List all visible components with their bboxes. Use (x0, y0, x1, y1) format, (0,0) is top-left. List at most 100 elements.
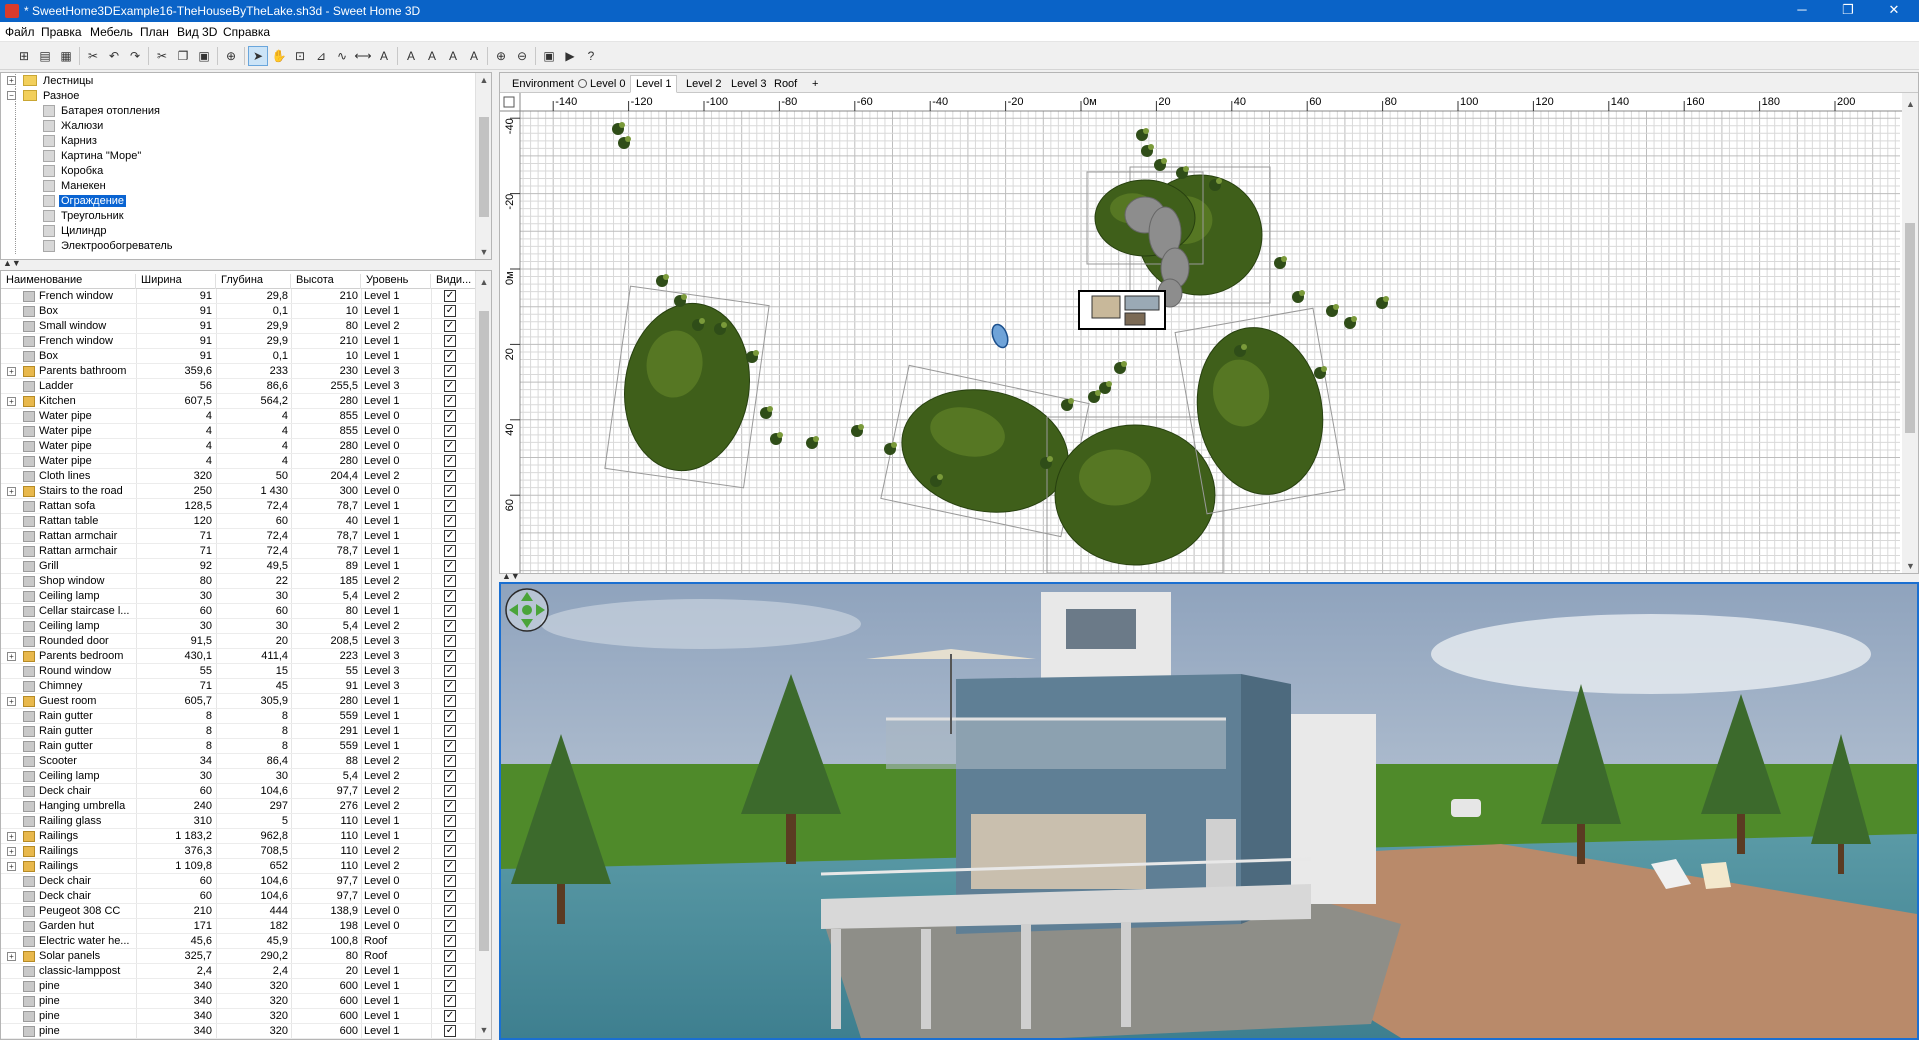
group-expander-icon[interactable]: + (7, 832, 16, 841)
visible-checkbox[interactable]: ✓ (444, 800, 456, 812)
visible-checkbox[interactable]: ✓ (444, 935, 456, 947)
visible-checkbox[interactable]: ✓ (444, 770, 456, 782)
visible-checkbox[interactable]: ✓ (444, 890, 456, 902)
tree-expander-icon[interactable]: − (7, 91, 16, 100)
table-row[interactable]: Grill 92 49,5 89 Level 1 ✓ (1, 559, 477, 574)
menu-help[interactable]: Справка (223, 25, 270, 39)
3d-view[interactable] (499, 582, 1919, 1040)
table-row[interactable]: + Guest room 605,7 305,9 280 Level 1 ✓ (1, 694, 477, 709)
furniture-scroll-thumb[interactable] (479, 311, 489, 951)
catalog-tree-item[interactable]: Батарея отопления (1, 104, 471, 119)
plan-canvas[interactable]: -140 -120 -100 -80 -60 -40 -20 0м 20 40 60 80 100 120… (500, 93, 1918, 573)
create-video-icon[interactable]: ▶ (560, 46, 580, 66)
visible-checkbox[interactable]: ✓ (444, 1025, 456, 1037)
table-row[interactable]: Shop window 80 22 185 Level 2 ✓ (1, 574, 477, 589)
paste-icon[interactable]: ▣ (194, 46, 214, 66)
visible-checkbox[interactable]: ✓ (444, 320, 456, 332)
table-row[interactable]: + Parents bathroom 359,6 233 230 Level 3 ✓ (1, 364, 477, 379)
new-home-icon[interactable]: ⊞ (14, 46, 34, 66)
column-header[interactable]: Види... (431, 274, 477, 289)
table-row[interactable]: Hanging umbrella 240 297 276 Level 2 ✓ (1, 799, 477, 814)
table-row[interactable]: Ladder 56 86,6 255,5 Level 3 ✓ (1, 379, 477, 394)
create-photo-icon[interactable]: ▣ (539, 46, 559, 66)
catalog-tree-item[interactable]: Картина "Море" (1, 149, 471, 164)
column-header[interactable]: Ширина (136, 274, 216, 289)
column-header[interactable]: Уровень (361, 274, 431, 289)
create-dimensions-icon[interactable]: ⟷ (353, 46, 373, 66)
group-expander-icon[interactable]: + (7, 862, 16, 871)
visible-checkbox[interactable]: ✓ (444, 305, 456, 317)
minimize-button[interactable]: ─ (1779, 0, 1825, 22)
table-row[interactable]: Water pipe 4 4 855 Level 0 ✓ (1, 409, 477, 424)
visible-checkbox[interactable]: ✓ (444, 875, 456, 887)
table-row[interactable]: Round window 55 15 55 Level 3 ✓ (1, 664, 477, 679)
table-row[interactable]: Deck chair 60 104,6 97,7 Level 0 ✓ (1, 874, 477, 889)
table-row[interactable]: + Stairs to the road 250 1 430 300 Level 0 ✓ (1, 484, 477, 499)
cut-icon[interactable]: ✂ (152, 46, 172, 66)
splitter-arrows-icon[interactable]: ▲▼ (502, 571, 520, 581)
table-row[interactable]: Rattan sofa 128,5 72,4 78,7 Level 1 ✓ (1, 499, 477, 514)
table-row[interactable]: Cloth lines 320 50 204,4 Level 2 ✓ (1, 469, 477, 484)
visible-checkbox[interactable]: ✓ (444, 740, 456, 752)
create-rooms-icon[interactable]: ⊿ (311, 46, 331, 66)
visible-checkbox[interactable]: ✓ (444, 335, 456, 347)
scroll-down-icon[interactable]: ▼ (476, 245, 491, 259)
visible-checkbox[interactable]: ✓ (444, 920, 456, 932)
table-row[interactable]: Rain gutter 8 8 291 Level 1 ✓ (1, 724, 477, 739)
table-row[interactable]: Water pipe 4 4 855 Level 0 ✓ (1, 424, 477, 439)
catalog-scroll-thumb[interactable] (479, 117, 489, 217)
left-splitter[interactable]: ▲▼ (0, 258, 492, 270)
visible-checkbox[interactable]: ✓ (444, 695, 456, 707)
menu-3d-view[interactable]: Вид 3D (177, 25, 217, 39)
catalog-tree-item[interactable]: Ограждение (1, 194, 471, 209)
table-row[interactable]: Deck chair 60 104,6 97,7 Level 2 ✓ (1, 784, 477, 799)
add-level-button[interactable]: + (806, 75, 824, 93)
table-row[interactable]: Rain gutter 8 8 559 Level 1 ✓ (1, 709, 477, 724)
help-icon[interactable]: ? (581, 46, 601, 66)
table-row[interactable]: + Railings 1 109,8 652 110 Level 2 ✓ (1, 859, 477, 874)
visible-checkbox[interactable]: ✓ (444, 665, 456, 677)
visible-checkbox[interactable]: ✓ (444, 995, 456, 1007)
create-labels-icon[interactable]: A (374, 46, 394, 66)
3d-scene[interactable] (501, 584, 1917, 1038)
visible-checkbox[interactable]: ✓ (444, 845, 456, 857)
tab-environment[interactable]: Environment (506, 75, 580, 93)
table-row[interactable]: Small window 91 29,9 80 Level 2 ✓ (1, 319, 477, 334)
table-row[interactable]: Ceiling lamp 30 30 5,4 Level 2 ✓ (1, 619, 477, 634)
navigation-control[interactable] (505, 588, 549, 632)
visible-checkbox[interactable]: ✓ (444, 365, 456, 377)
tab-roof[interactable]: Roof (768, 75, 803, 93)
column-header[interactable]: Глубина (216, 274, 291, 289)
visible-checkbox[interactable]: ✓ (444, 440, 456, 452)
menu-edit[interactable]: Правка (41, 25, 82, 39)
visible-checkbox[interactable]: ✓ (444, 755, 456, 767)
table-row[interactable]: Rain gutter 8 8 559 Level 1 ✓ (1, 739, 477, 754)
column-header[interactable]: Высота (291, 274, 361, 289)
visible-checkbox[interactable]: ✓ (444, 425, 456, 437)
visible-checkbox[interactable]: ✓ (444, 455, 456, 467)
visible-checkbox[interactable]: ✓ (444, 950, 456, 962)
menu-file[interactable]: Файл (5, 25, 35, 39)
catalog-tree-item[interactable]: Треугольник (1, 209, 471, 224)
scroll-down-icon[interactable]: ▼ (476, 1023, 491, 1037)
table-row[interactable]: Box 91 0,1 10 Level 1 ✓ (1, 349, 477, 364)
table-row[interactable]: Water pipe 4 4 280 Level 0 ✓ (1, 454, 477, 469)
table-row[interactable]: pine 340 320 600 Level 1 ✓ (1, 994, 477, 1009)
table-row[interactable]: Ceiling lamp 30 30 5,4 Level 2 ✓ (1, 769, 477, 784)
visible-checkbox[interactable]: ✓ (444, 500, 456, 512)
table-row[interactable]: Chimney 71 45 91 Level 3 ✓ (1, 679, 477, 694)
visible-checkbox[interactable]: ✓ (444, 710, 456, 722)
tree-expander-icon[interactable]: + (7, 76, 16, 85)
visible-checkbox[interactable]: ✓ (444, 380, 456, 392)
visible-checkbox[interactable]: ✓ (444, 785, 456, 797)
visible-checkbox[interactable]: ✓ (444, 290, 456, 302)
visible-checkbox[interactable]: ✓ (444, 725, 456, 737)
table-row[interactable]: Box 91 0,1 10 Level 1 ✓ (1, 304, 477, 319)
visible-checkbox[interactable]: ✓ (444, 635, 456, 647)
zoom-out-icon[interactable]: ⊖ (512, 46, 532, 66)
visible-checkbox[interactable]: ✓ (444, 545, 456, 557)
catalog-tree-item[interactable]: Коробка (1, 164, 471, 179)
catalog-tree-item[interactable]: Электрообогреватель (1, 239, 471, 254)
table-row[interactable]: Peugeot 308 CC 210 444 138,9 Level 0 ✓ (1, 904, 477, 919)
menu-furniture[interactable]: Мебель (90, 25, 133, 39)
